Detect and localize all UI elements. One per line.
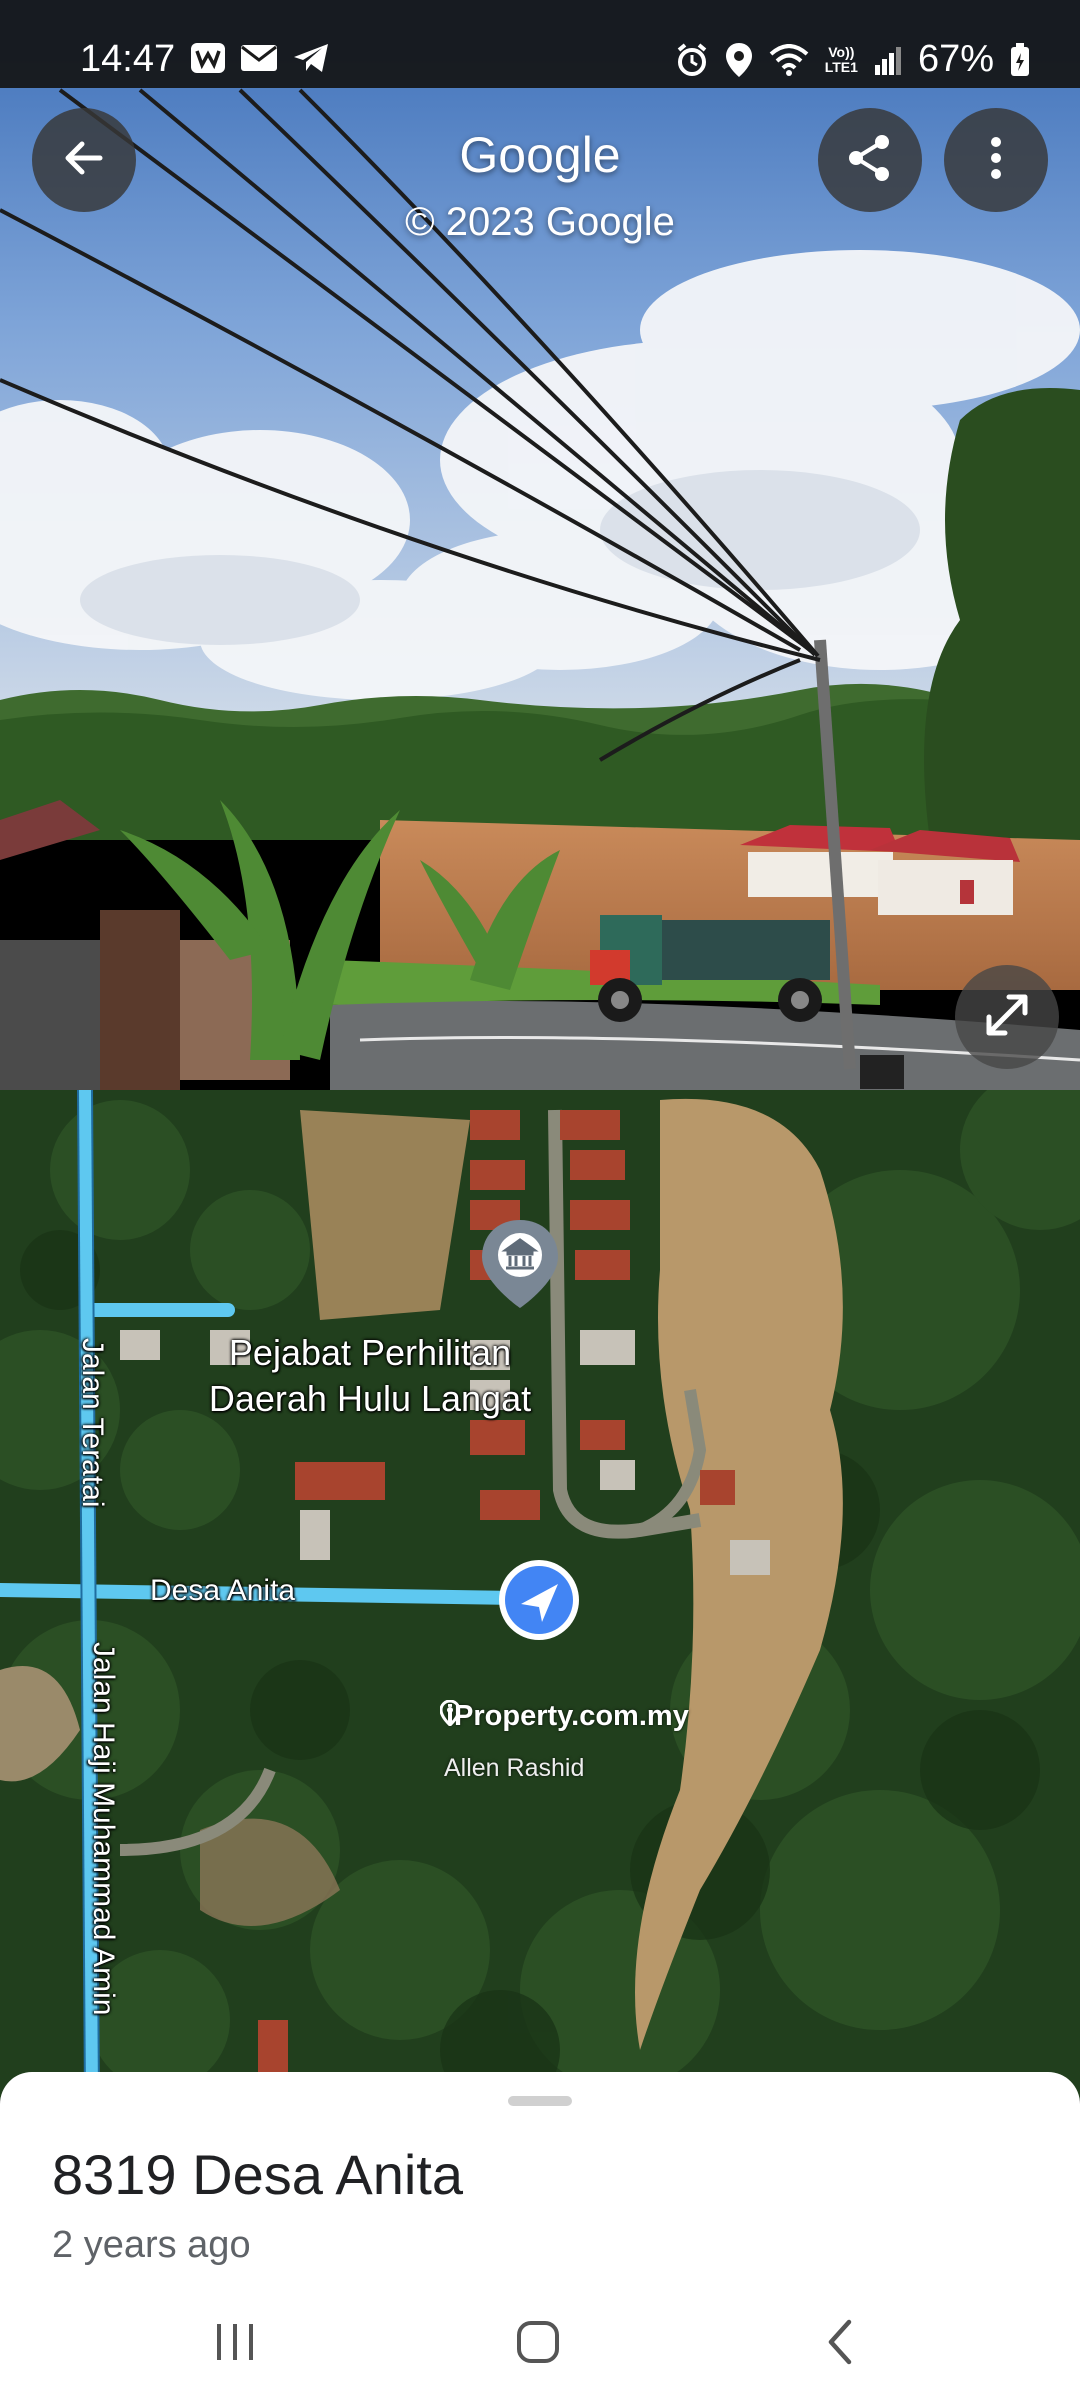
place-title: 8319 Desa Anita (52, 2143, 463, 2206)
road-label-jalan-teratai: Jalan Teratai (76, 1338, 109, 1508)
mail-icon (240, 44, 278, 72)
system-status-icons: Vo)) LTE1 67% (675, 38, 1030, 81)
share-button[interactable] (818, 108, 922, 212)
chevron-left-icon (825, 2318, 855, 2371)
more-options-button[interactable] (944, 108, 1048, 212)
place-subtitle: 2 years ago (52, 2224, 251, 2266)
battery-icon (1010, 42, 1030, 77)
telegram-icon (292, 42, 330, 74)
screen: 14:47 Vo)) LTE1 67% Google © 2023 Google… (0, 0, 1080, 2400)
more-vert-icon (988, 134, 1004, 187)
road-label-jalan-haji: Jalan Haji Muhammad Amin (87, 1642, 120, 2016)
drag-handle[interactable] (508, 2096, 572, 2106)
share-icon (844, 132, 896, 189)
street-view-copyright: © 2023 Google (405, 200, 675, 244)
watermark-text: iProperty.com.my (446, 1700, 689, 1732)
recents-icon (213, 2322, 257, 2367)
satellite-map[interactable]: Pejabat Perhilitan Daerah Hulu Langat De… (0, 1090, 1080, 2100)
wifi-icon (769, 43, 809, 76)
watermark: iProperty.com.my (440, 1700, 689, 1733)
system-navigation-bar (0, 2290, 1080, 2400)
home-button[interactable] (478, 2304, 598, 2384)
signal-icon (874, 45, 902, 75)
notification-icons (190, 42, 330, 74)
alarm-icon (675, 42, 709, 77)
volte-icon: Vo)) LTE1 (824, 43, 858, 75)
status-bar: 14:47 Vo)) LTE1 67% (0, 0, 1080, 88)
nav-back-button[interactable] (780, 2304, 900, 2384)
poi-label[interactable]: Pejabat Perhilitan Daerah Hulu Langat (205, 1330, 535, 1422)
road-label-desa-anita: Desa Anita (150, 1574, 296, 1607)
volte-label: Vo)) (828, 43, 855, 60)
location-icon (725, 42, 753, 78)
watermark-author: Allen Rashid (444, 1754, 585, 1782)
app-notification-icon (190, 42, 226, 74)
home-icon (516, 2320, 560, 2369)
battery-percentage: 67% (917, 38, 994, 80)
network-label: LTE1 (824, 58, 858, 75)
my-location-arrow (499, 1560, 579, 1640)
expand-icon (979, 987, 1035, 1048)
status-time: 14:47 (80, 38, 176, 80)
recents-button[interactable] (175, 2304, 295, 2384)
expand-button[interactable] (955, 965, 1059, 1069)
